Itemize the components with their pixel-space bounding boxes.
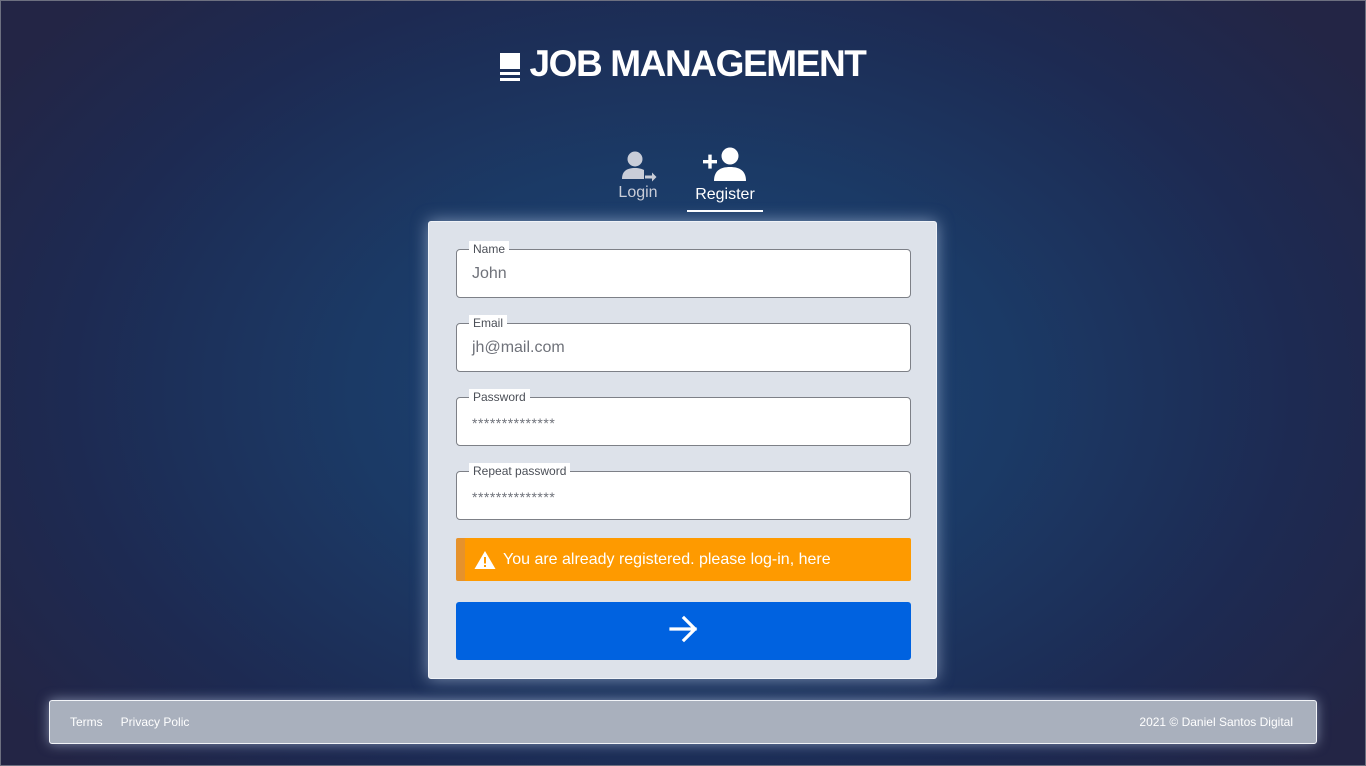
submit-button[interactable]	[456, 602, 911, 660]
warning-icon	[474, 550, 496, 570]
tab-login[interactable]: Login	[603, 144, 673, 212]
alert-message[interactable]: You are already registered. please log-i…	[503, 551, 831, 569]
email-field-label: Email	[469, 315, 508, 331]
already-registered-alert: You are already registered. please log-i…	[456, 538, 911, 581]
email-field-value[interactable]: jh@mail.com	[472, 338, 565, 358]
app-logo: JOB MANAGEMENT	[0, 44, 1366, 84]
tab-login-label: Login	[618, 184, 658, 201]
name-field-label: Name	[469, 241, 510, 257]
email-field[interactable]: Email jh@mail.com	[456, 315, 911, 372]
tab-register[interactable]: Register	[687, 144, 763, 212]
name-field-value[interactable]: John	[472, 264, 507, 284]
repeat-password-field-value[interactable]: **************	[472, 487, 555, 507]
register-form: Name John Email jh@mail.com Password ***…	[428, 221, 937, 679]
name-field[interactable]: Name John	[456, 241, 911, 298]
footer: Terms Privacy Polic 2021 © Daniel Santos…	[49, 700, 1317, 744]
tab-register-label: Register	[695, 186, 755, 203]
logo-icon	[500, 48, 521, 81]
password-field-value[interactable]: **************	[472, 413, 555, 433]
active-tab-indicator	[687, 210, 763, 212]
auth-tabs: Login Register	[0, 144, 1366, 212]
user-add-icon	[701, 144, 749, 182]
copyright-text: 2021 © Daniel Santos Digital	[1139, 715, 1293, 729]
terms-link[interactable]: Terms	[70, 715, 103, 729]
app-title: JOB MANAGEMENT	[529, 43, 866, 84]
password-field-label: Password	[469, 389, 530, 405]
repeat-password-field[interactable]: Repeat password **************	[456, 463, 911, 520]
repeat-password-field-label: Repeat password	[469, 463, 571, 479]
privacy-policy-link[interactable]: Privacy Polic	[121, 715, 190, 729]
password-field[interactable]: Password **************	[456, 389, 911, 446]
arrow-right-icon	[668, 614, 700, 649]
user-login-icon	[618, 144, 658, 182]
